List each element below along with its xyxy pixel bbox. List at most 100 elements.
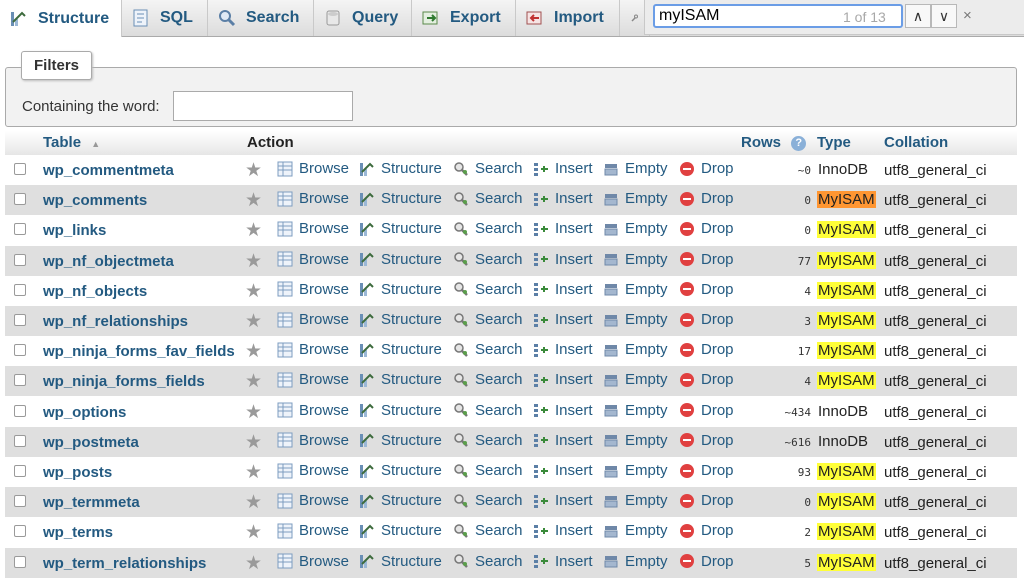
action-structure-link[interactable]: Structure (359, 432, 442, 449)
action-browse-link[interactable]: Browse (277, 492, 349, 509)
action-insert-link[interactable]: Insert (533, 553, 593, 570)
table-name-link[interactable]: wp_termmeta (43, 494, 140, 511)
table-name-link[interactable]: wp_posts (43, 464, 112, 481)
row-checkbox[interactable] (14, 495, 26, 508)
action-search-link[interactable]: Search (453, 190, 523, 207)
action-structure-link[interactable]: Structure (359, 341, 442, 358)
action-browse-link[interactable]: Browse (277, 190, 349, 207)
row-checkbox[interactable] (14, 404, 26, 417)
favorite-star-icon[interactable]: ★ (245, 340, 262, 363)
action-structure-link[interactable]: Structure (359, 281, 442, 298)
favorite-star-icon[interactable]: ★ (245, 431, 262, 454)
favorite-star-icon[interactable]: ★ (245, 280, 262, 303)
action-empty-link[interactable]: Empty (603, 281, 668, 298)
action-browse-link[interactable]: Browse (277, 160, 349, 177)
favorite-star-icon[interactable]: ★ (245, 461, 262, 484)
action-insert-link[interactable]: Insert (533, 311, 593, 328)
table-name-link[interactable]: wp_options (43, 404, 126, 421)
action-empty-link[interactable]: Empty (603, 341, 668, 358)
action-empty-link[interactable]: Empty (603, 190, 668, 207)
action-browse-link[interactable]: Browse (277, 311, 349, 328)
tab-structure[interactable]: Structure (0, 0, 122, 37)
tab-export[interactable]: Export (412, 0, 516, 36)
favorite-star-icon[interactable]: ★ (245, 370, 262, 393)
action-search-link[interactable]: Search (453, 251, 523, 268)
row-checkbox[interactable] (14, 193, 26, 206)
action-insert-link[interactable]: Insert (533, 462, 593, 479)
find-next-button[interactable]: ∨ (931, 4, 957, 28)
table-name-link[interactable]: wp_commentmeta (43, 162, 174, 179)
table-name-link[interactable]: wp_comments (43, 192, 147, 209)
action-browse-link[interactable]: Browse (277, 522, 349, 539)
favorite-star-icon[interactable]: ★ (245, 401, 262, 424)
action-drop-link[interactable]: Drop (679, 492, 734, 509)
action-search-link[interactable]: Search (453, 160, 523, 177)
table-name-link[interactable]: wp_nf_relationships (43, 313, 188, 330)
action-empty-link[interactable]: Empty (603, 432, 668, 449)
action-empty-link[interactable]: Empty (603, 371, 668, 388)
action-search-link[interactable]: Search (453, 311, 523, 328)
action-structure-link[interactable]: Structure (359, 311, 442, 328)
action-drop-link[interactable]: Drop (679, 341, 734, 358)
action-search-link[interactable]: Search (453, 492, 523, 509)
action-drop-link[interactable]: Drop (679, 432, 734, 449)
action-drop-link[interactable]: Drop (679, 251, 734, 268)
table-name-link[interactable]: wp_term_relationships (43, 555, 206, 572)
favorite-star-icon[interactable]: ★ (245, 250, 262, 273)
action-search-link[interactable]: Search (453, 462, 523, 479)
tab-sql[interactable]: SQL (122, 0, 208, 36)
action-search-link[interactable]: Search (453, 402, 523, 419)
favorite-star-icon[interactable]: ★ (245, 159, 262, 182)
table-name-link[interactable]: wp_nf_objectmeta (43, 253, 174, 270)
action-insert-link[interactable]: Insert (533, 190, 593, 207)
action-browse-link[interactable]: Browse (277, 462, 349, 479)
action-insert-link[interactable]: Insert (533, 160, 593, 177)
favorite-star-icon[interactable]: ★ (245, 189, 262, 212)
table-name-link[interactable]: wp_links (43, 222, 106, 239)
row-checkbox[interactable] (14, 374, 26, 387)
favorite-star-icon[interactable]: ★ (245, 491, 262, 514)
column-header-table[interactable]: Table ▲ (43, 134, 100, 151)
action-structure-link[interactable]: Structure (359, 160, 442, 177)
action-browse-link[interactable]: Browse (277, 432, 349, 449)
favorite-star-icon[interactable]: ★ (245, 521, 262, 544)
action-browse-link[interactable]: Browse (277, 402, 349, 419)
filter-input[interactable] (173, 91, 353, 121)
action-structure-link[interactable]: Structure (359, 553, 442, 570)
action-insert-link[interactable]: Insert (533, 402, 593, 419)
action-structure-link[interactable]: Structure (359, 522, 442, 539)
action-drop-link[interactable]: Drop (679, 281, 734, 298)
action-browse-link[interactable]: Browse (277, 553, 349, 570)
action-drop-link[interactable]: Drop (679, 220, 734, 237)
favorite-star-icon[interactable]: ★ (245, 552, 262, 575)
action-drop-link[interactable]: Drop (679, 311, 734, 328)
action-insert-link[interactable]: Insert (533, 371, 593, 388)
action-structure-link[interactable]: Structure (359, 190, 442, 207)
action-search-link[interactable]: Search (453, 371, 523, 388)
row-checkbox[interactable] (14, 314, 26, 326)
table-name-link[interactable]: wp_ninja_forms_fav_fields (43, 343, 235, 360)
find-previous-button[interactable]: ∧ (905, 4, 931, 28)
table-name-link[interactable]: wp_nf_objects (43, 283, 147, 300)
action-browse-link[interactable]: Browse (277, 220, 349, 237)
action-browse-link[interactable]: Browse (277, 251, 349, 268)
action-empty-link[interactable]: Empty (603, 462, 668, 479)
action-search-link[interactable]: Search (453, 341, 523, 358)
action-structure-link[interactable]: Structure (359, 371, 442, 388)
row-checkbox[interactable] (14, 163, 26, 175)
action-insert-link[interactable]: Insert (533, 432, 593, 449)
action-insert-link[interactable]: Insert (533, 522, 593, 539)
action-empty-link[interactable]: Empty (603, 160, 668, 177)
action-drop-link[interactable]: Drop (679, 402, 734, 419)
action-drop-link[interactable]: Drop (679, 522, 734, 539)
action-search-link[interactable]: Search (453, 220, 523, 237)
column-header-type[interactable]: Type (817, 134, 851, 151)
row-checkbox[interactable] (14, 434, 26, 447)
help-icon[interactable]: ? (791, 136, 807, 151)
action-empty-link[interactable]: Empty (603, 553, 668, 570)
row-checkbox[interactable] (14, 344, 26, 357)
action-structure-link[interactable]: Structure (359, 402, 442, 419)
action-search-link[interactable]: Search (453, 553, 523, 570)
action-insert-link[interactable]: Insert (533, 341, 593, 358)
action-structure-link[interactable]: Structure (359, 462, 442, 479)
